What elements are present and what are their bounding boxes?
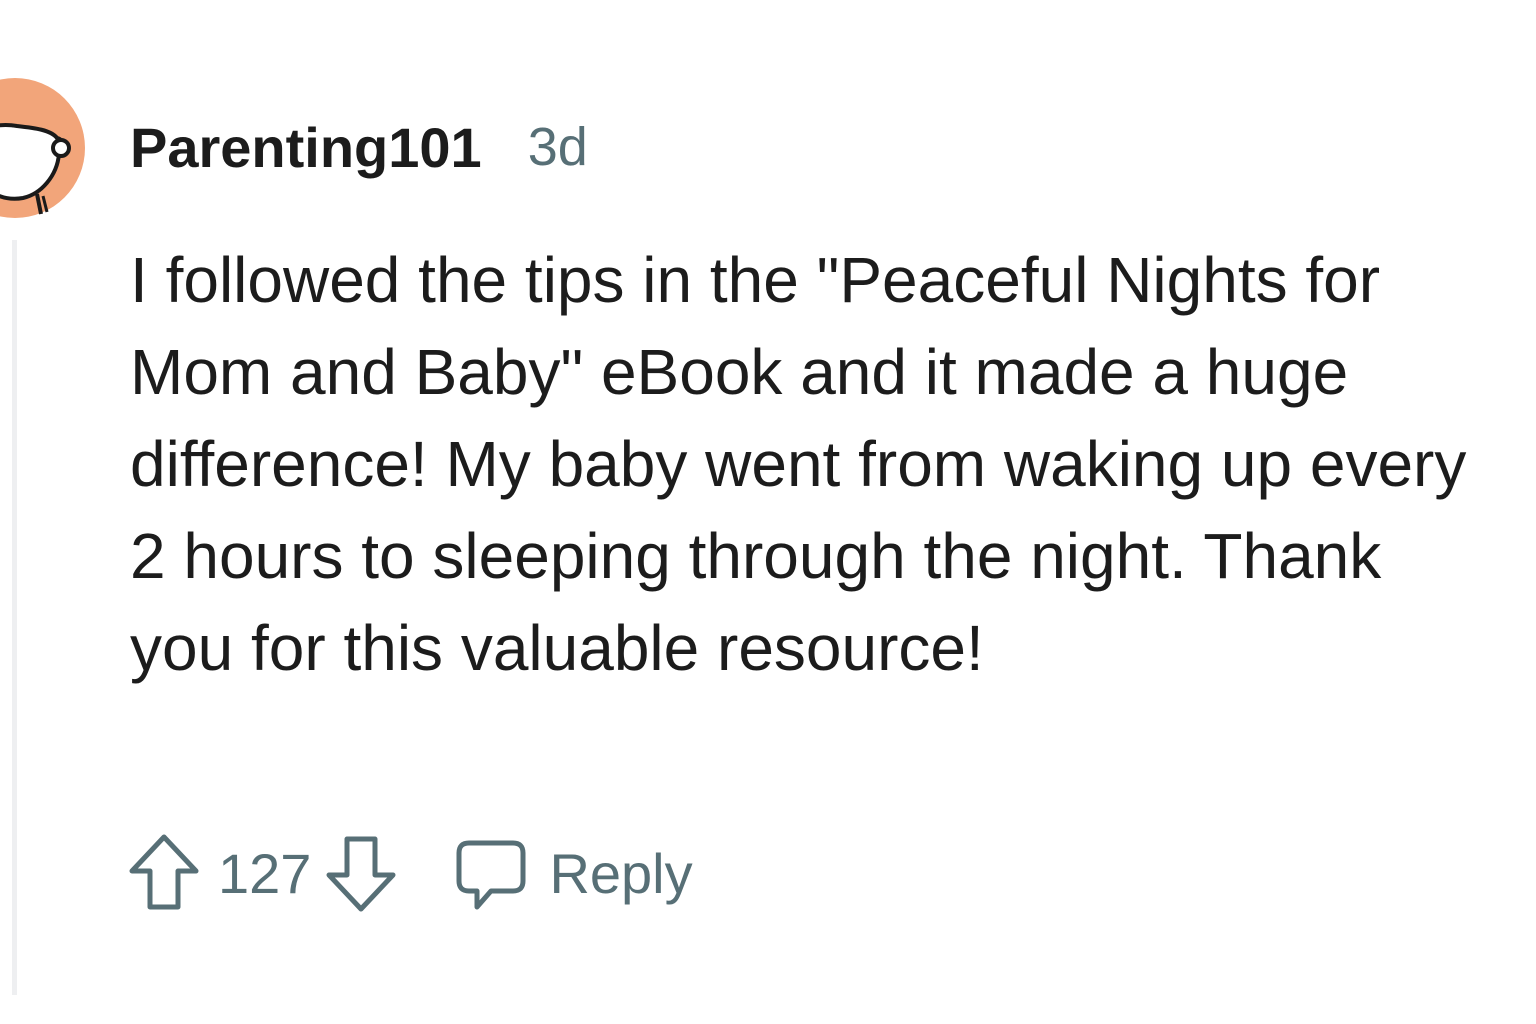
snoo-avatar-icon: [0, 78, 85, 218]
upvote-button[interactable]: [128, 833, 200, 913]
thread-line[interactable]: [12, 240, 17, 995]
reply-label: Reply: [549, 841, 693, 905]
arrow-up-outline-icon: [129, 834, 199, 910]
arrow-down-outline-icon: [326, 836, 396, 912]
reply-icon-wrap: [455, 833, 527, 913]
username-link[interactable]: Parenting101: [130, 115, 482, 180]
comment-body: I followed the tips in the "Peaceful Nig…: [130, 244, 1467, 684]
vote-score: 127: [218, 841, 312, 905]
comment-timestamp[interactable]: 3d: [528, 116, 588, 178]
comment-actions: 127 Reply: [128, 828, 693, 918]
comment-header: Parenting101 3d: [130, 112, 588, 182]
avatar[interactable]: [0, 78, 85, 218]
speech-bubble-icon: [456, 840, 526, 910]
reply-button[interactable]: Reply: [455, 833, 693, 913]
downvote-button[interactable]: [325, 833, 397, 913]
